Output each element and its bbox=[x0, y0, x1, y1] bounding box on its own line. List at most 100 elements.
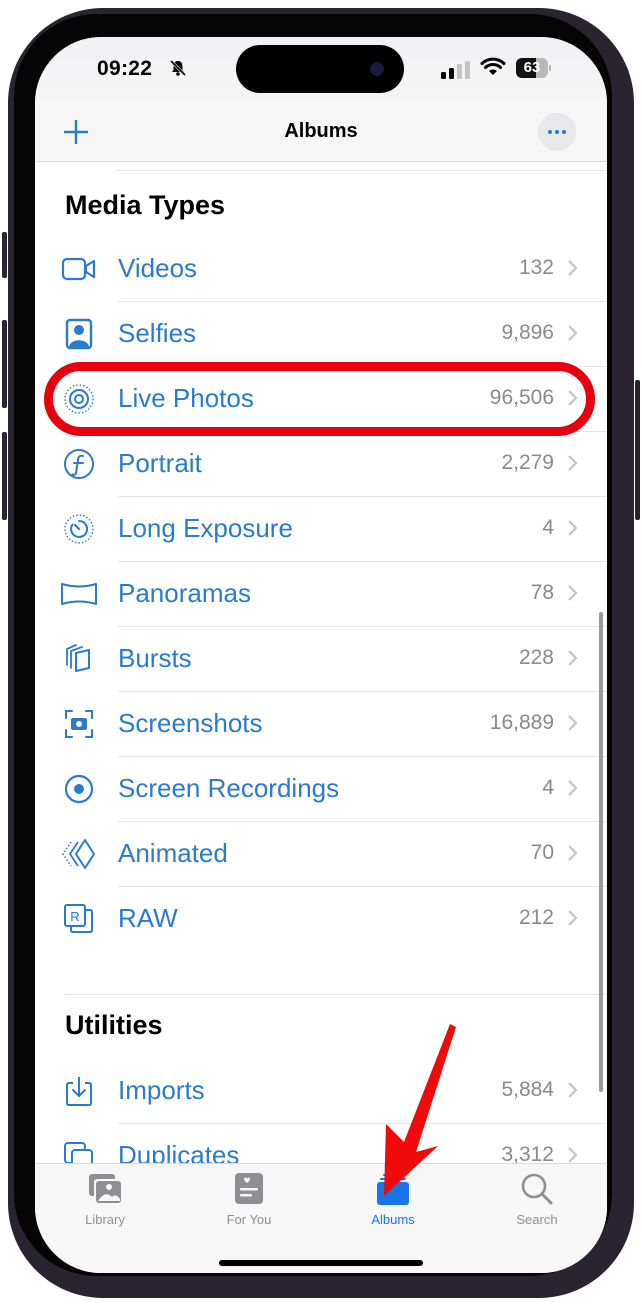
chevron-right-icon bbox=[568, 845, 578, 861]
screen: 09:22 63 Albums Media Types Videos 132 S… bbox=[35, 37, 607, 1273]
for-you-heart-icon bbox=[235, 1173, 263, 1204]
tab-bar: Library For You Albums Search bbox=[35, 1163, 607, 1273]
section-divider bbox=[65, 994, 607, 995]
list-item-long-exposure[interactable]: Long Exposure 4 bbox=[35, 497, 607, 562]
burst-stack-icon bbox=[66, 644, 90, 672]
section-title-utilities: Utilities bbox=[65, 1010, 163, 1040]
item-label: Panoramas bbox=[118, 578, 251, 608]
tab-label: For You bbox=[226, 1212, 272, 1227]
tab-albums[interactable]: Albums bbox=[338, 1172, 448, 1232]
animated-diamond-icon bbox=[62, 839, 95, 869]
item-label: Screen Recordings bbox=[118, 773, 340, 803]
divider bbox=[115, 170, 607, 171]
item-label: Imports bbox=[118, 1075, 205, 1105]
tab-for-you[interactable]: For You bbox=[194, 1172, 304, 1232]
dynamic-island bbox=[236, 45, 404, 93]
item-label: Animated bbox=[118, 838, 228, 868]
list-item-screen-recordings[interactable]: Screen Recordings 4 bbox=[35, 757, 607, 822]
list-item-raw[interactable]: R RAW 212 bbox=[35, 887, 607, 952]
item-count: 2,279 bbox=[501, 451, 554, 474]
import-tray-icon bbox=[66, 1077, 92, 1106]
battery-percent: 63 bbox=[523, 59, 541, 76]
home-indicator[interactable] bbox=[219, 1260, 423, 1266]
list-item-animated[interactable]: Animated 70 bbox=[35, 822, 607, 887]
wifi-icon bbox=[480, 57, 506, 75]
item-count: 70 bbox=[530, 841, 554, 864]
tab-label: Search bbox=[516, 1212, 558, 1227]
photo-library-icon bbox=[89, 1174, 122, 1204]
item-label: Long Exposure bbox=[118, 513, 293, 543]
list-item-videos[interactable]: Videos 132 bbox=[35, 237, 607, 302]
item-count: 96,506 bbox=[489, 386, 554, 409]
ellipsis-icon bbox=[548, 130, 552, 134]
page-title: Albums bbox=[284, 120, 358, 142]
tab-search[interactable]: Search bbox=[482, 1172, 592, 1232]
item-count: 4 bbox=[542, 516, 554, 539]
item-label: Bursts bbox=[118, 643, 192, 673]
tab-label: Albums bbox=[371, 1212, 415, 1227]
item-count: 4 bbox=[542, 776, 554, 799]
chevron-right-icon bbox=[568, 650, 578, 666]
volume-down-button bbox=[2, 432, 7, 520]
chevron-right-icon bbox=[568, 715, 578, 731]
video-camera-icon bbox=[61, 257, 96, 281]
navigation-bar: Albums bbox=[35, 107, 607, 162]
item-label: Portrait bbox=[118, 448, 202, 478]
more-options-button[interactable] bbox=[538, 113, 576, 151]
battery-indicator: 63 bbox=[516, 58, 552, 78]
live-photo-icon bbox=[64, 384, 94, 414]
chevron-right-icon bbox=[568, 260, 578, 276]
item-count: 78 bbox=[530, 581, 554, 604]
front-camera-icon bbox=[370, 62, 384, 76]
item-count: 9,896 bbox=[501, 321, 554, 344]
record-circle-icon bbox=[64, 774, 94, 804]
item-count: 228 bbox=[518, 646, 554, 669]
cellular-signal-icon bbox=[441, 61, 470, 79]
item-label: Selfies bbox=[118, 318, 197, 348]
screenshot-camera-icon bbox=[65, 710, 93, 738]
list-item-panoramas[interactable]: Panoramas 78 bbox=[35, 562, 607, 627]
svg-text:R: R bbox=[70, 909, 79, 924]
selfie-portrait-icon bbox=[65, 318, 93, 350]
section-title-media-types: Media Types bbox=[65, 190, 226, 220]
plus-icon[interactable] bbox=[63, 119, 89, 145]
scrollbar[interactable] bbox=[599, 612, 603, 1092]
item-count: 5,884 bbox=[501, 1078, 554, 1101]
list-item-imports[interactable]: Imports 5,884 bbox=[35, 1059, 607, 1124]
chevron-right-icon bbox=[568, 585, 578, 601]
panorama-icon bbox=[61, 583, 97, 605]
chevron-right-icon bbox=[568, 780, 578, 796]
status-bar: 09:22 63 bbox=[35, 37, 607, 107]
list-item-bursts[interactable]: Bursts 228 bbox=[35, 627, 607, 692]
item-label: Screenshots bbox=[118, 708, 263, 738]
status-time: 09:22 bbox=[97, 57, 153, 80]
list-item-live-photos[interactable]: Live Photos 96,506 bbox=[35, 367, 607, 432]
bell-slash-icon bbox=[169, 59, 187, 77]
side-button bbox=[635, 380, 640, 520]
albums-list: Media Types Videos 132 Selfies 9,896 Liv… bbox=[35, 162, 607, 1171]
item-count: 16,889 bbox=[489, 711, 554, 734]
tab-library[interactable]: Library bbox=[50, 1172, 160, 1232]
tab-label: Library bbox=[85, 1212, 125, 1227]
action-button bbox=[2, 232, 7, 278]
chevron-right-icon bbox=[568, 325, 578, 341]
volume-up-button bbox=[2, 320, 7, 408]
albums-stack-icon bbox=[377, 1174, 409, 1205]
chevron-right-icon bbox=[568, 390, 578, 406]
item-label: Live Photos bbox=[118, 383, 254, 413]
chevron-right-icon bbox=[568, 1147, 578, 1163]
portrait-f-icon bbox=[64, 449, 94, 479]
chevron-right-icon bbox=[568, 455, 578, 471]
list-item-screenshots[interactable]: Screenshots 16,889 bbox=[35, 692, 607, 757]
long-exposure-timer-icon bbox=[64, 514, 94, 544]
magnifier-icon bbox=[521, 1173, 553, 1205]
chevron-right-icon bbox=[568, 910, 578, 926]
item-label: Videos bbox=[118, 253, 198, 283]
item-count: 132 bbox=[518, 256, 554, 279]
list-item-selfies[interactable]: Selfies 9,896 bbox=[35, 302, 607, 367]
raw-icon: R bbox=[64, 904, 93, 933]
chevron-right-icon bbox=[568, 1082, 578, 1098]
item-label: RAW bbox=[118, 903, 178, 933]
list-item-portrait[interactable]: Portrait 2,279 bbox=[35, 432, 607, 497]
chevron-right-icon bbox=[568, 520, 578, 536]
